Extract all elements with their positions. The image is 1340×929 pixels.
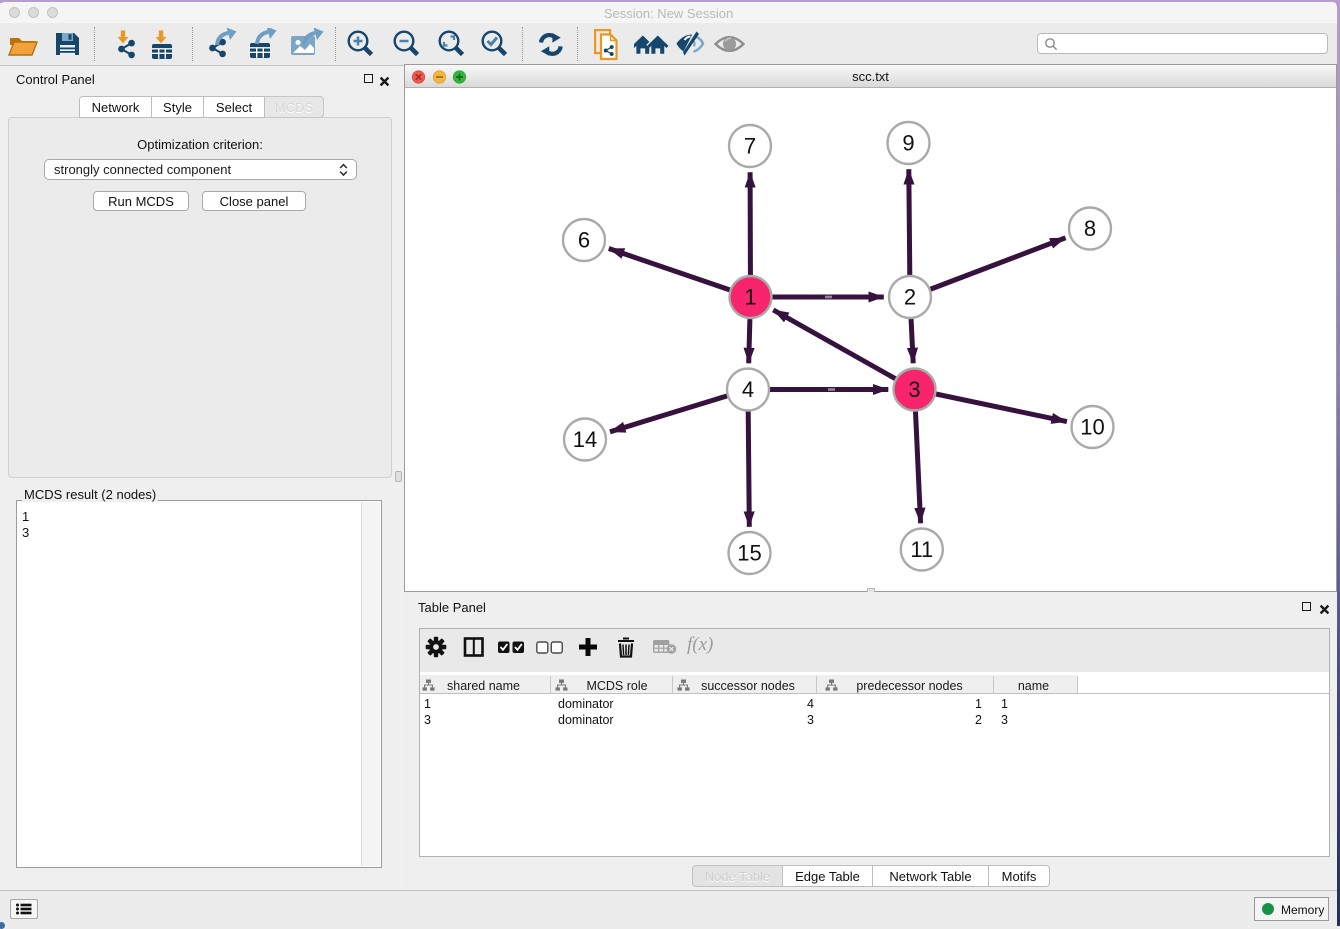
svg-text:14: 14 — [573, 427, 597, 452]
svg-text:10: 10 — [1080, 415, 1104, 440]
svg-text:3: 3 — [908, 377, 920, 402]
svg-text:2: 2 — [904, 285, 916, 310]
svg-text:9: 9 — [902, 131, 914, 156]
svg-text:1: 1 — [744, 285, 756, 310]
svg-text:11: 11 — [910, 537, 933, 562]
svg-text:8: 8 — [1084, 216, 1096, 241]
svg-text:4: 4 — [742, 377, 754, 402]
svg-text:6: 6 — [578, 228, 590, 253]
svg-text:7: 7 — [744, 134, 756, 159]
svg-text:15: 15 — [737, 541, 761, 566]
